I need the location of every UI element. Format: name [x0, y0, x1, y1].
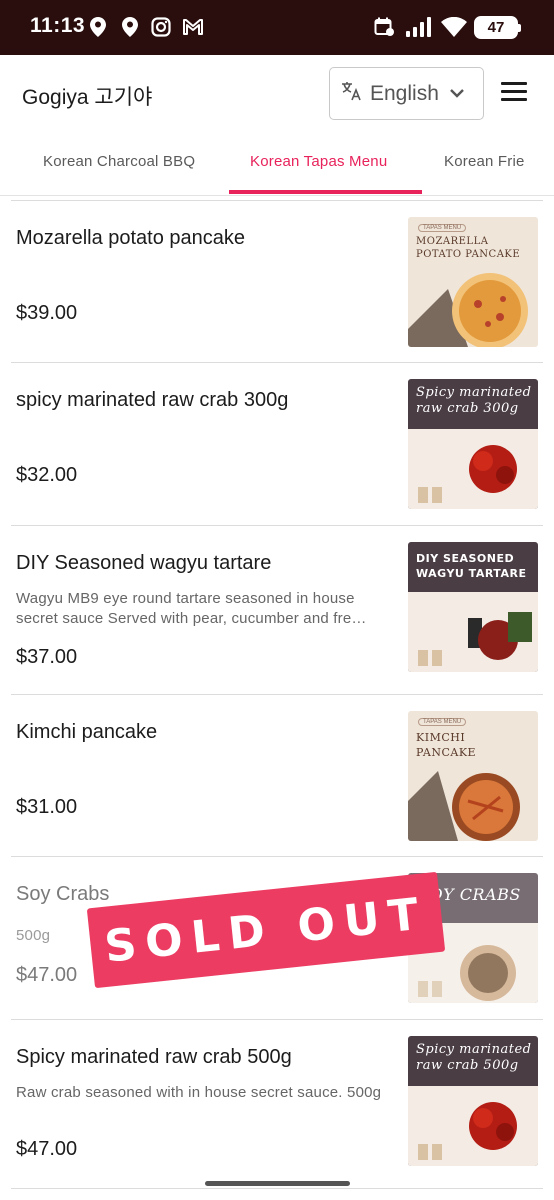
item-name: Spicy marinated raw crab 500g [16, 1046, 292, 1068]
language-label: English [370, 81, 439, 105]
tab-korean-tapas-menu[interactable]: Korean Tapas Menu [250, 153, 387, 170]
battery-icon: 47 [474, 16, 521, 39]
item-price: $39.00 [16, 302, 78, 324]
app-header: Gogiya 고기야 English [0, 55, 554, 135]
tab-korean-fried[interactable]: Korean Frie [444, 153, 525, 170]
item-name: DIY Seasoned wagyu tartare [16, 552, 272, 574]
item-image: DIY SEASONED WAGYU TARTARE [408, 542, 538, 672]
menu-item-mozarella-potato-pancake[interactable]: Mozarella potato pancake $39.00 TAPAS ME… [0, 201, 554, 362]
location-pin-icon [119, 16, 141, 38]
item-price: $47.00 [16, 964, 78, 986]
item-name: spicy marinated raw crab 300g [16, 389, 289, 411]
signal-icon [404, 16, 432, 38]
item-description: Raw crab seasoned with in house secret s… [16, 1084, 382, 1101]
item-image: TAPAS MENU MOZARELLA POTATO PANCAKE [408, 217, 538, 347]
status-time: 11:13 [30, 14, 86, 37]
instagram-icon [150, 16, 172, 38]
item-name: Mozarella potato pancake [16, 227, 246, 249]
home-indicator[interactable] [205, 1181, 350, 1186]
language-select[interactable]: English [329, 67, 484, 120]
item-price: $47.00 [16, 1138, 78, 1160]
item-name: Soy Crabs [16, 883, 110, 905]
menu-item-spicy-crab-300g[interactable]: spicy marinated raw crab 300g $32.00 Spi… [0, 363, 554, 524]
item-name: Kimchi pancake [16, 721, 158, 743]
wifi-icon [440, 16, 468, 38]
item-price: $37.00 [16, 646, 78, 668]
active-tab-indicator [229, 190, 422, 194]
hamburger-icon [501, 82, 527, 85]
item-description: Wagyu MB9 eye round tartare seasoned in … [16, 590, 367, 627]
category-tabs: Korean Charcoal BBQ Korean Tapas Menu Ko… [0, 135, 554, 196]
calendar-icon [373, 16, 395, 38]
location-pin-icon [87, 16, 109, 38]
item-price: $32.00 [16, 464, 78, 486]
gmail-icon [182, 16, 204, 38]
tab-korean-charcoal-bbq[interactable]: Korean Charcoal BBQ [43, 153, 195, 170]
chevron-down-icon [449, 85, 465, 103]
item-image: Spicy marinated raw crab 300g [408, 379, 538, 509]
item-image: Spicy marinated raw crab 500g [408, 1036, 538, 1166]
menu-item-diy-wagyu-tartare[interactable]: DIY Seasoned wagyu tartare Wagyu MB9 eye… [0, 526, 554, 694]
item-image: TAPAS MENU KIMCHI PANCAKE [408, 711, 538, 841]
translate-icon [340, 80, 362, 107]
status-bar: 11:13 47 [0, 0, 554, 55]
hamburger-menu-button[interactable] [501, 82, 531, 106]
restaurant-title: Gogiya 고기야 [22, 86, 153, 109]
menu-item-kimchi-pancake[interactable]: Kimchi pancake $31.00 TAPAS MENU KIMCHI … [0, 695, 554, 856]
menu-item-spicy-crab-500g[interactable]: Spicy marinated raw crab 500g Raw crab s… [0, 1020, 554, 1188]
divider [11, 1188, 543, 1189]
item-price: $31.00 [16, 796, 78, 818]
